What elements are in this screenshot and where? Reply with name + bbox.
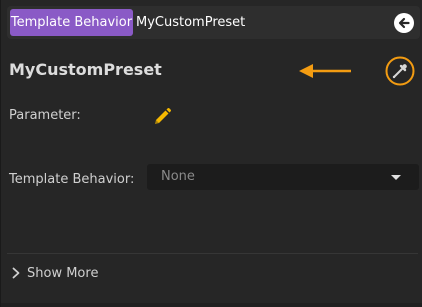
- parameter-label: Parameter:: [9, 108, 81, 123]
- template-behavior-value: None: [161, 169, 195, 184]
- pencil-icon[interactable]: [151, 106, 173, 128]
- eyedropper-button[interactable]: [385, 56, 415, 86]
- breadcrumb-name: MyCustomPreset: [136, 15, 246, 30]
- chevron-right-icon: [12, 267, 20, 278]
- caret-down-icon: [391, 175, 401, 180]
- divider: [7, 253, 418, 254]
- eyedropper-icon: [392, 64, 407, 79]
- show-more-toggle[interactable]: Show More: [11, 263, 98, 285]
- template-behavior-label: Template Behavior:: [9, 172, 135, 187]
- page-title: MyCustomPreset: [9, 60, 162, 79]
- panel-bottom-edge: [1, 303, 422, 307]
- arrow-left-annotation-icon: [299, 64, 351, 78]
- show-more-label: Show More: [27, 266, 99, 281]
- template-behavior-select[interactable]: None: [147, 164, 419, 190]
- breadcrumb: Template Behavior MyCustomPreset: [7, 6, 420, 39]
- back-arrow-icon: [398, 17, 410, 29]
- properties-panel: Template Behavior MyCustomPreset MyCusto…: [0, 0, 422, 307]
- type-badge[interactable]: Template Behavior: [10, 9, 133, 36]
- back-button[interactable]: [394, 13, 414, 33]
